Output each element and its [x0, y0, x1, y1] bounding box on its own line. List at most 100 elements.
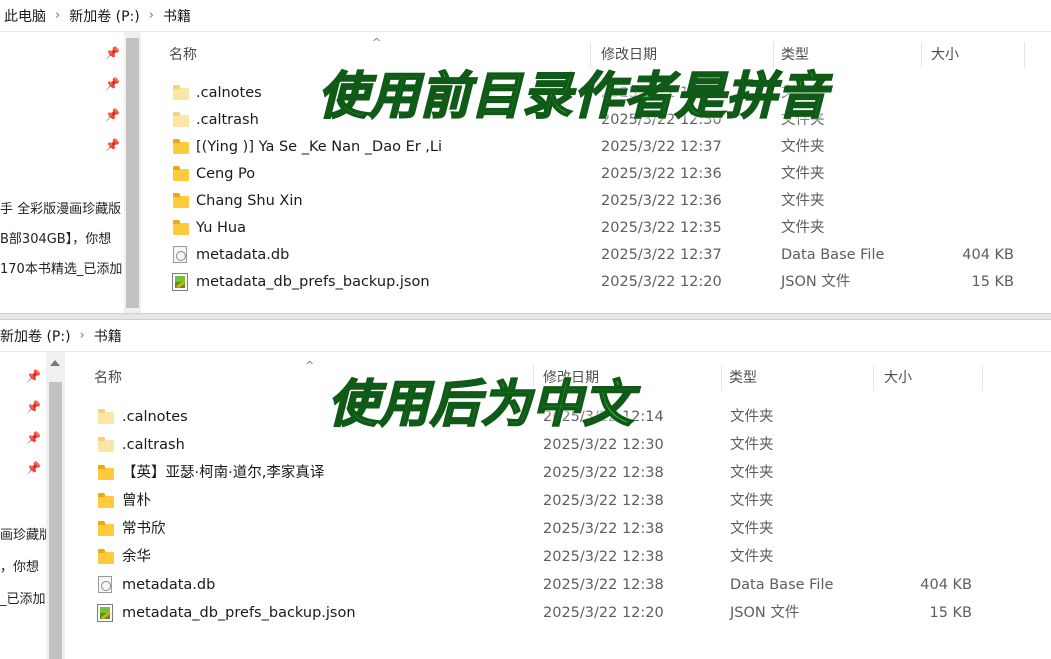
file-name: Chang Shu Xin — [196, 193, 303, 209]
file-row[interactable]: 【英】亚瑟·柯南·道尔,李家真译 2025/3/22 12:38 文件夹 — [0, 460, 1051, 487]
file-row[interactable]: Chang Shu Xin 2025/3/22 12:36 文件夹 — [0, 188, 1051, 215]
file-size: 15 KB — [971, 274, 1014, 290]
column-divider[interactable] — [721, 365, 722, 391]
file-name: .calnotes — [196, 85, 262, 101]
folder-icon — [98, 493, 114, 508]
file-name: metadata_db_prefs_backup.json — [196, 274, 430, 290]
sort-ascending-icon: ^ — [305, 359, 315, 372]
breadcrumb-drive[interactable]: 新加卷 (P:) — [0, 326, 71, 346]
folder-icon — [173, 85, 189, 100]
file-date: 2025/3/22 12:20 — [543, 605, 664, 621]
file-size: 15 KB — [929, 605, 972, 621]
file-name: 【英】亚瑟·柯南·道尔,李家真译 — [122, 465, 325, 481]
folder-icon — [98, 521, 114, 536]
file-type: JSON 文件 — [730, 605, 800, 621]
file-name: Yu Hua — [196, 220, 246, 236]
breadcrumb-drive[interactable]: 新加卷 (P:) — [69, 6, 140, 26]
file-row[interactable]: metadata.db 2025/3/22 12:37 Data Base Fi… — [0, 242, 1051, 269]
file-size — [924, 215, 1014, 242]
file-name: Ceng Po — [196, 166, 256, 182]
folder-icon — [98, 409, 114, 424]
column-header-name[interactable]: 名称 — [169, 38, 197, 72]
folder-icon — [173, 166, 189, 181]
column-divider[interactable] — [1024, 42, 1025, 68]
file-row[interactable]: 余华 2025/3/22 12:38 文件夹 — [0, 544, 1051, 571]
file-row[interactable]: metadata_db_prefs_backup.json 2025/3/22 … — [0, 600, 1051, 627]
file-name: metadata.db — [122, 577, 216, 593]
file-name: [(Ying )] Ya Se _Ke Nan _Dao Er ,Li — [196, 139, 443, 155]
pin-icon[interactable]: 📌 — [26, 369, 41, 383]
file-date: 2025/3/22 12:38 — [543, 577, 664, 593]
address-bar[interactable]: 此电脑 › 新加卷 (P:) › 书籍 — [0, 0, 1051, 32]
column-header-type[interactable]: 类型 — [729, 361, 757, 395]
file-date: 2025/3/22 12:37 — [601, 139, 722, 155]
column-header-name[interactable]: 名称 — [94, 361, 122, 395]
file-row[interactable]: metadata.db 2025/3/22 12:38 Data Base Fi… — [0, 572, 1051, 599]
column-divider[interactable] — [982, 365, 983, 391]
address-bar[interactable]: 新加卷 (P:) › 书籍 — [0, 320, 1051, 352]
breadcrumb-folder[interactable]: 书籍 — [94, 326, 122, 346]
file-size — [924, 161, 1014, 188]
scroll-up-arrow-icon[interactable] — [50, 360, 60, 366]
file-size — [924, 80, 1014, 107]
file-name: metadata.db — [196, 247, 290, 263]
file-row[interactable]: 曾朴 2025/3/22 12:38 文件夹 — [0, 488, 1051, 515]
file-type: 文件夹 — [781, 139, 825, 155]
file-type: 文件夹 — [781, 193, 825, 209]
column-divider[interactable] — [921, 42, 922, 68]
file-date: 2025/3/22 12:36 — [601, 166, 722, 182]
folder-icon — [98, 549, 114, 564]
annotation-caption-after: 使用后为中文 — [327, 374, 634, 434]
file-name: .calnotes — [122, 409, 188, 425]
json-file-icon — [172, 273, 188, 291]
file-name: 余华 — [122, 549, 151, 565]
file-name: metadata_db_prefs_backup.json — [122, 605, 356, 621]
file-row[interactable]: [(Ying )] Ya Se _Ke Nan _Dao Er ,Li 2025… — [0, 134, 1051, 161]
folder-icon — [98, 465, 114, 480]
file-size — [924, 107, 1014, 134]
breadcrumb-this-pc[interactable]: 此电脑 — [4, 6, 46, 26]
file-row[interactable]: 常书欣 2025/3/22 12:38 文件夹 — [0, 516, 1051, 543]
column-header-size[interactable]: 大小 — [931, 38, 959, 72]
breadcrumb-chevron-icon: › — [79, 328, 85, 343]
sort-ascending-icon: ^ — [372, 36, 382, 49]
file-date: 2025/3/22 12:38 — [543, 493, 664, 509]
folder-icon — [173, 139, 189, 154]
file-date: 2025/3/22 12:20 — [601, 274, 722, 290]
file-name: 常书欣 — [122, 521, 166, 537]
file-size: 404 KB — [962, 247, 1014, 263]
file-name: 曾朴 — [122, 493, 151, 509]
database-file-icon — [173, 246, 187, 263]
pin-icon[interactable]: 📌 — [105, 46, 120, 60]
file-type: 文件夹 — [730, 437, 774, 453]
file-row[interactable]: .caltrash 2025/3/22 12:30 文件夹 — [0, 432, 1051, 459]
file-name: .caltrash — [196, 112, 259, 128]
file-date: 2025/3/22 12:35 — [601, 220, 722, 236]
file-date: 2025/3/22 12:30 — [543, 437, 664, 453]
file-size — [880, 460, 972, 487]
file-size — [880, 432, 972, 459]
file-name: .caltrash — [122, 437, 185, 453]
file-type: 文件夹 — [730, 465, 774, 481]
explorer-window-after: 新加卷 (P:) › 书籍 📌 📌 📌 📌 画珍藏版 ，你想 _已添加 ^ 名称… — [0, 320, 1051, 659]
file-type: Data Base File — [730, 577, 834, 593]
file-row[interactable]: metadata_db_prefs_backup.json 2025/3/22 … — [0, 269, 1051, 296]
file-size — [880, 544, 972, 571]
file-size — [880, 516, 972, 543]
folder-icon — [98, 437, 114, 452]
window-separator — [0, 313, 1051, 320]
file-type: Data Base File — [781, 247, 885, 263]
database-file-icon — [98, 576, 112, 593]
breadcrumb-folder[interactable]: 书籍 — [163, 6, 191, 26]
file-date: 2025/3/22 12:38 — [543, 521, 664, 537]
column-divider[interactable] — [873, 365, 874, 391]
file-row[interactable]: Ceng Po 2025/3/22 12:36 文件夹 — [0, 161, 1051, 188]
file-type: 文件夹 — [781, 166, 825, 182]
column-header-size[interactable]: 大小 — [884, 361, 912, 395]
explorer-window-before: 此电脑 › 新加卷 (P:) › 书籍 📌 📌 📌 📌 手 全彩版漫画珍藏版 B… — [0, 0, 1051, 313]
file-row[interactable]: Yu Hua 2025/3/22 12:35 文件夹 — [0, 215, 1051, 242]
file-size — [924, 188, 1014, 215]
file-type: JSON 文件 — [781, 274, 851, 290]
breadcrumb-chevron-icon: › — [148, 8, 154, 23]
file-size — [924, 134, 1014, 161]
